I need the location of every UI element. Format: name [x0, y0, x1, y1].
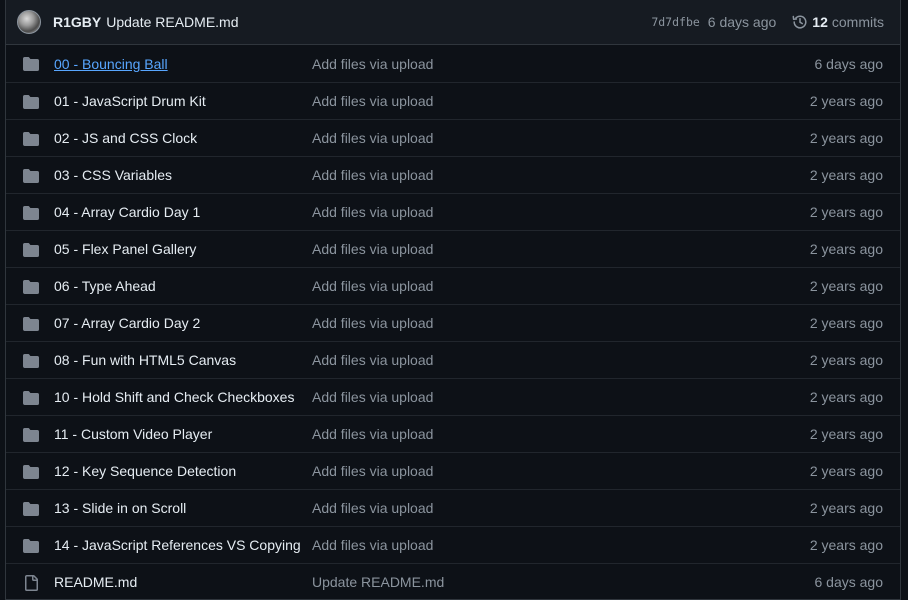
commit-message-link[interactable]: Add files via upload	[312, 241, 433, 257]
commit-age: 2 years ago	[809, 278, 883, 294]
commit-message-link[interactable]: Add files via upload	[312, 352, 433, 368]
commit-age: 2 years ago	[809, 426, 883, 442]
file-name-link[interactable]: README.md	[54, 574, 137, 590]
commit-message-link[interactable]: Add files via upload	[312, 130, 433, 146]
commit-age: 2 years ago	[809, 389, 883, 405]
file-browser-panel: R1GBY Update README.md 7d7dfbe 6 days ag…	[5, 0, 901, 600]
folder-name-link[interactable]: 13 - Slide in on Scroll	[54, 500, 186, 516]
folder-row[interactable]: 01 - JavaScript Drum Kit Add files via up…	[6, 82, 900, 119]
folder-row[interactable]: 06 - Type Ahead Add files via upload 2 yea…	[6, 267, 900, 304]
folder-row[interactable]: 03 - CSS Variables Add files via upload 2 …	[6, 156, 900, 193]
commit-age: 2 years ago	[809, 93, 883, 109]
commit-age: 2 years ago	[809, 167, 883, 183]
commit-message[interactable]: Update README.md	[106, 14, 238, 30]
commit-age: 2 years ago	[809, 204, 883, 220]
folder-row[interactable]: 08 - Fun with HTML5 Canvas Add files via …	[6, 341, 900, 378]
folder-name-link[interactable]: 00 - Bouncing Ball	[54, 56, 168, 72]
folder-icon	[23, 427, 39, 443]
commit-message-link[interactable]: Add files via upload	[312, 537, 433, 553]
commit-age: 2 years ago	[809, 537, 883, 553]
commit-message-link[interactable]: Add files via upload	[312, 389, 433, 405]
commit-message-link[interactable]: Add files via upload	[312, 426, 433, 442]
folder-row[interactable]: 13 - Slide in on Scroll Add files via upl…	[6, 489, 900, 526]
commit-age: 2 years ago	[809, 463, 883, 479]
commit-age: 2 years ago	[809, 500, 883, 516]
commit-message-link[interactable]: Add files via upload	[312, 204, 433, 220]
folder-row[interactable]: 10 - Hold Shift and Check Checkboxes Add …	[6, 378, 900, 415]
folder-name-link[interactable]: 05 - Flex Panel Gallery	[54, 241, 196, 257]
commit-sha[interactable]: 7d7dfbe	[651, 15, 699, 29]
commit-age: 2 years ago	[809, 315, 883, 331]
folder-icon	[23, 56, 39, 72]
folder-row[interactable]: 07 - Array Cardio Day 2 Add files via upl…	[6, 304, 900, 341]
folder-name-link[interactable]: 14 - JavaScript References VS Copying	[54, 537, 301, 553]
history-icon	[792, 15, 807, 29]
folder-icon	[23, 538, 39, 554]
folder-name-link[interactable]: 11 - Custom Video Player	[54, 426, 212, 442]
folder-icon	[23, 316, 39, 332]
commit-message-link[interactable]: Add files via upload	[312, 500, 433, 516]
folder-name-link[interactable]: 04 - Array Cardio Day 1	[54, 204, 200, 220]
commit-age: 2 years ago	[809, 130, 883, 146]
commits-label: commits	[831, 14, 884, 30]
folder-row[interactable]: 05 - Flex Panel Gallery Add files via upl…	[6, 230, 900, 267]
commit-message-link[interactable]: Add files via upload	[312, 167, 433, 183]
commit-age: 2 years ago	[809, 241, 883, 257]
folder-icon	[23, 242, 39, 258]
folder-name-link[interactable]: 01 - JavaScript Drum Kit	[54, 93, 206, 109]
folder-icon	[23, 168, 39, 184]
commit-count: 12	[812, 14, 828, 30]
commits-history-link[interactable]: 12 commits	[792, 14, 884, 30]
folder-name-link[interactable]: 02 - JS and CSS Clock	[54, 130, 197, 146]
commit-message-link[interactable]: Update README.md	[312, 574, 444, 590]
folder-row[interactable]: 00 - Bouncing Ball Add files via upload 6 …	[6, 45, 900, 82]
folder-icon	[23, 501, 39, 517]
folder-icon	[23, 131, 39, 147]
folder-name-link[interactable]: 08 - Fun with HTML5 Canvas	[54, 352, 236, 368]
folder-name-link[interactable]: 10 - Hold Shift and Check Checkboxes	[54, 389, 294, 405]
file-list: 00 - Bouncing Ball Add files via upload 6 …	[6, 45, 900, 600]
latest-commit-bar: R1GBY Update README.md 7d7dfbe 6 days ag…	[6, 0, 900, 45]
file-row[interactable]: README.md Update README.md 6 days ago	[6, 563, 900, 600]
commit-age: 6 days ago	[814, 55, 884, 72]
commit-message-link[interactable]: Add files via upload	[312, 93, 433, 109]
commit-age: 2 years ago	[809, 352, 883, 368]
commit-age: 6 days ago	[814, 574, 884, 590]
folder-name-link[interactable]: 12 - Key Sequence Detection	[54, 463, 236, 479]
folder-name-link[interactable]: 03 - CSS Variables	[54, 167, 172, 183]
folder-name-link[interactable]: 07 - Array Cardio Day 2	[54, 315, 200, 331]
folder-icon	[23, 464, 39, 480]
folder-row[interactable]: 14 - JavaScript References VS Copying Add…	[6, 526, 900, 563]
commit-author[interactable]: R1GBY	[53, 14, 101, 30]
folder-name-link[interactable]: 06 - Type Ahead	[54, 278, 156, 294]
folder-row[interactable]: 12 - Key Sequence Detection Add files via…	[6, 452, 900, 489]
commit-message-link[interactable]: Add files via upload	[312, 278, 433, 294]
commit-message-link[interactable]: Add files via upload	[312, 315, 433, 331]
commit-message-link[interactable]: Add files via upload	[312, 463, 433, 479]
folder-row[interactable]: 02 - JS and CSS Clock Add files via uploa…	[6, 119, 900, 156]
avatar[interactable]	[17, 10, 41, 34]
folder-row[interactable]: 11 - Custom Video Player Add files via up…	[6, 415, 900, 452]
folder-icon	[23, 205, 39, 221]
commit-time: 6 days ago	[707, 14, 777, 30]
commit-message-link[interactable]: Add files via upload	[312, 56, 433, 72]
folder-row[interactable]: 04 - Array Cardio Day 1 Add files via upl…	[6, 193, 900, 230]
file-icon	[23, 575, 39, 591]
folder-icon	[23, 94, 39, 110]
folder-icon	[23, 353, 39, 369]
folder-icon	[23, 390, 39, 406]
folder-icon	[23, 279, 39, 295]
